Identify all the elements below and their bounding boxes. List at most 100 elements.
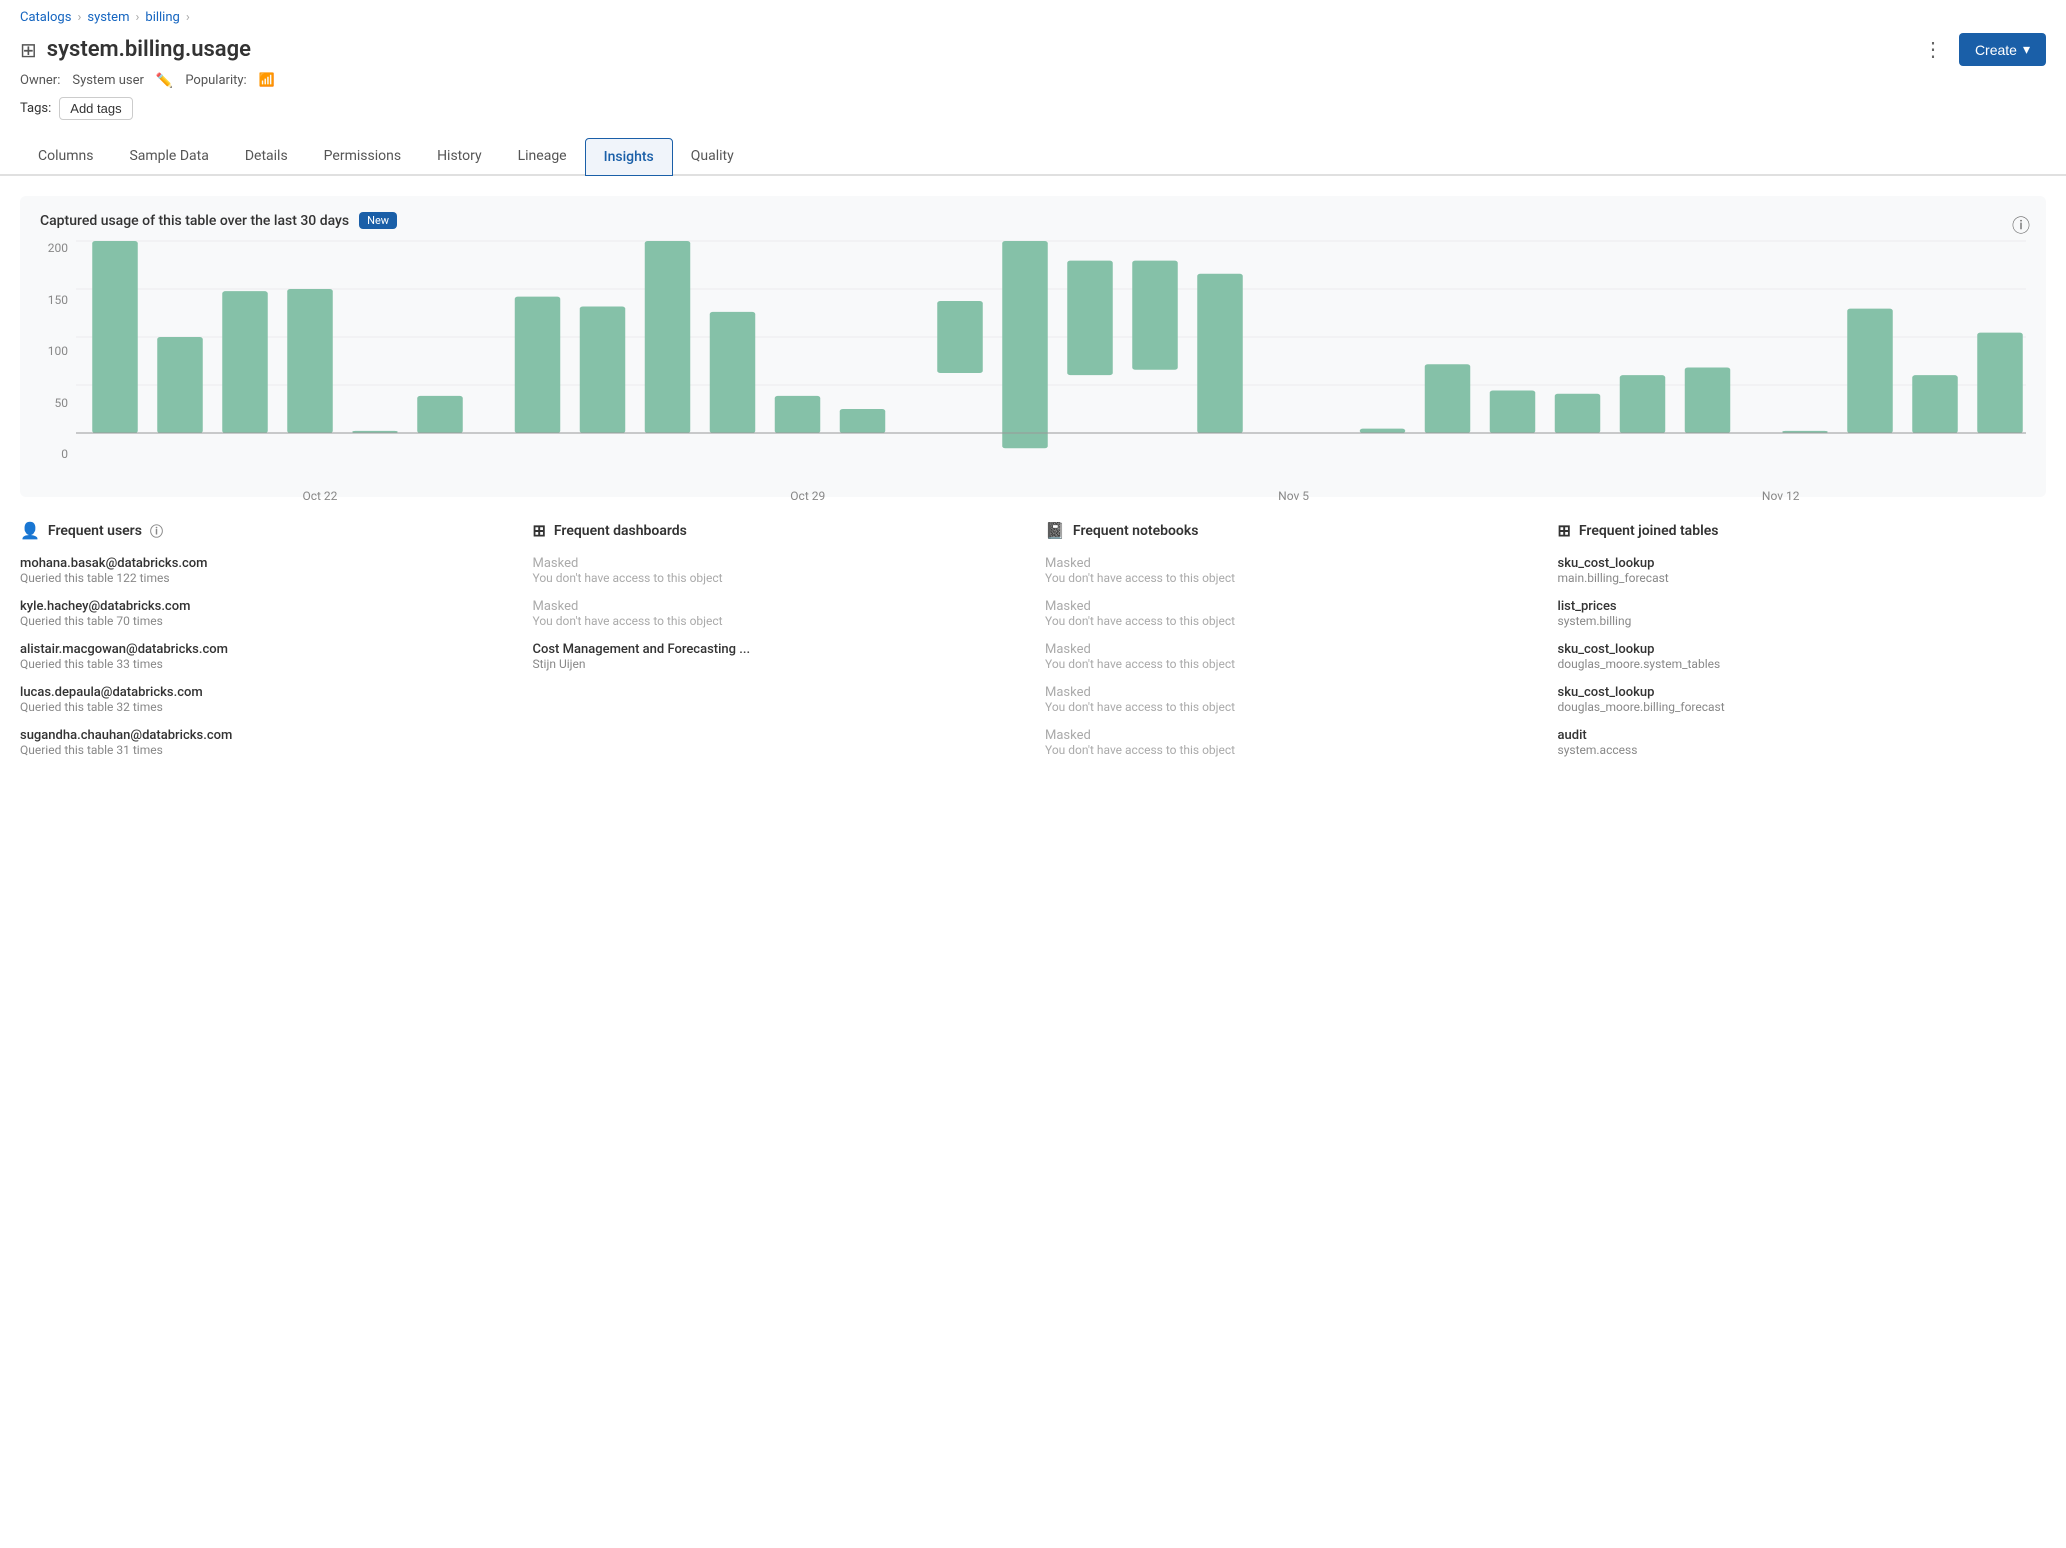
joined-table-item-5: audit system.access [1558, 728, 2047, 757]
user-sub-2: Queried this table 70 times [20, 614, 509, 628]
user-sub-5: Queried this table 31 times [20, 743, 509, 757]
joined-tables-icon: ⊞ [1558, 521, 1571, 540]
popularity-label: Popularity: [185, 73, 246, 88]
user-sub-1: Queried this table 122 times [20, 571, 509, 585]
frequent-users-title: Frequent users [48, 523, 142, 539]
dashboard-item-1: Masked You don't have access to this obj… [533, 556, 1022, 585]
dashboard-item-2: Masked You don't have access to this obj… [533, 599, 1022, 628]
user-sub-4: Queried this table 32 times [20, 700, 509, 714]
breadcrumb-sep-2: › [135, 10, 139, 25]
more-options-button[interactable]: ⋮ [1915, 33, 1951, 66]
frequent-notebooks-section: 📓 Frequent notebooks Masked You don't ha… [1045, 521, 1534, 771]
chart-info-icon[interactable]: ⓘ [2012, 212, 2030, 238]
dashboard-no-access-2: You don't have access to this object [533, 614, 1022, 628]
notebook-item-5: Masked You don't have access to this obj… [1045, 728, 1534, 757]
user-item-2: kyle.hachey@databricks.com Queried this … [20, 599, 509, 628]
table-icon: ⊞ [20, 38, 37, 62]
notebook-masked-1: Masked [1045, 556, 1534, 571]
tab-permissions[interactable]: Permissions [306, 138, 419, 176]
user-item-1: mohana.basak@databricks.com Queried this… [20, 556, 509, 585]
user-name-4: lucas.depaula@databricks.com [20, 685, 509, 700]
page-title: system.billing.usage [47, 37, 251, 62]
joined-table-name-3[interactable]: sku_cost_lookup [1558, 642, 2047, 657]
chart-title: Captured usage of this table over the la… [40, 213, 349, 229]
tab-insights[interactable]: Insights [585, 138, 673, 176]
notebook-item-4: Masked You don't have access to this obj… [1045, 685, 1534, 714]
frequent-notebooks-title: Frequent notebooks [1073, 523, 1199, 539]
tags-label: Tags: [20, 101, 51, 116]
notebook-masked-5: Masked [1045, 728, 1534, 743]
create-button[interactable]: Create ▾ [1959, 33, 2046, 66]
joined-table-sub-1: main.billing_forecast [1558, 571, 2047, 585]
notebook-item-3: Masked You don't have access to this obj… [1045, 642, 1534, 671]
x-label-oct29: Oct 29 [790, 489, 825, 503]
tab-details[interactable]: Details [227, 138, 306, 176]
dashboard-item-3: Cost Management and Forecasting ... Stij… [533, 642, 1022, 671]
user-sub-3: Queried this table 33 times [20, 657, 509, 671]
add-tags-button[interactable]: Add tags [59, 97, 132, 120]
notebook-no-access-3: You don't have access to this object [1045, 657, 1534, 671]
create-chevron-icon: ▾ [2023, 41, 2030, 58]
tab-lineage[interactable]: Lineage [500, 138, 585, 176]
bar-chart [76, 241, 2026, 481]
frequent-joined-tables-title: Frequent joined tables [1579, 523, 1719, 539]
popularity-icon: 📶 [259, 73, 275, 88]
joined-table-sub-4: douglas_moore.billing_forecast [1558, 700, 2047, 714]
x-label-nov5: Nov 5 [1278, 489, 1309, 503]
joined-table-name-5[interactable]: audit [1558, 728, 2047, 743]
joined-table-name-1[interactable]: sku_cost_lookup [1558, 556, 2047, 571]
dashboards-icon: ⊞ [533, 521, 546, 540]
joined-table-name-2[interactable]: list_prices [1558, 599, 2047, 614]
joined-table-item-3: sku_cost_lookup douglas_moore.system_tab… [1558, 642, 2047, 671]
joined-table-item-1: sku_cost_lookup main.billing_forecast [1558, 556, 2047, 585]
joined-table-name-4[interactable]: sku_cost_lookup [1558, 685, 2047, 700]
breadcrumb-sep-3: › [186, 10, 190, 25]
users-icon: 👤 [20, 521, 40, 540]
joined-table-sub-5: system.access [1558, 743, 2047, 757]
user-name-2: kyle.hachey@databricks.com [20, 599, 509, 614]
user-item-4: lucas.depaula@databricks.com Queried thi… [20, 685, 509, 714]
breadcrumb-billing[interactable]: billing [145, 10, 179, 25]
tab-history[interactable]: History [419, 138, 500, 176]
user-item-5: sugandha.chauhan@databricks.com Queried … [20, 728, 509, 757]
users-info-icon[interactable]: ⓘ [150, 521, 163, 540]
notebooks-icon: 📓 [1045, 521, 1065, 540]
notebook-masked-4: Masked [1045, 685, 1534, 700]
frequent-users-section: 👤 Frequent users ⓘ mohana.basak@databric… [20, 521, 509, 771]
joined-table-sub-3: douglas_moore.system_tables [1558, 657, 2047, 671]
chart-section: Captured usage of this table over the la… [20, 196, 2046, 497]
edit-owner-icon[interactable]: ✏️ [156, 72, 173, 89]
tab-columns[interactable]: Columns [20, 138, 111, 176]
notebook-no-access-1: You don't have access to this object [1045, 571, 1534, 585]
breadcrumb-system[interactable]: system [87, 10, 129, 25]
x-label-oct22: Oct 22 [302, 489, 337, 503]
frequent-dashboards-title: Frequent dashboards [554, 523, 687, 539]
joined-table-item-2: list_prices system.billing [1558, 599, 2047, 628]
notebook-no-access-2: You don't have access to this object [1045, 614, 1534, 628]
notebook-no-access-5: You don't have access to this object [1045, 743, 1534, 757]
notebook-item-2: Masked You don't have access to this obj… [1045, 599, 1534, 628]
frequent-dashboards-section: ⊞ Frequent dashboards Masked You don't h… [533, 521, 1022, 771]
notebook-item-1: Masked You don't have access to this obj… [1045, 556, 1534, 585]
dashboard-name-3[interactable]: Cost Management and Forecasting ... [533, 642, 1022, 657]
joined-table-sub-2: system.billing [1558, 614, 2047, 628]
tab-sample-data[interactable]: Sample Data [111, 138, 226, 176]
dashboard-masked-2: Masked [533, 599, 1022, 614]
joined-table-item-4: sku_cost_lookup douglas_moore.billing_fo… [1558, 685, 2047, 714]
user-name-3: alistair.macgowan@databricks.com [20, 642, 509, 657]
breadcrumb-catalogs[interactable]: Catalogs [20, 10, 71, 25]
owner-value: System user [72, 73, 144, 88]
owner-label: Owner: [20, 73, 60, 88]
user-name-1: mohana.basak@databricks.com [20, 556, 509, 571]
x-label-nov12: Nov 12 [1762, 489, 1800, 503]
tab-quality[interactable]: Quality [673, 138, 752, 176]
user-name-5: sugandha.chauhan@databricks.com [20, 728, 509, 743]
notebook-masked-2: Masked [1045, 599, 1534, 614]
y-axis-labels: 200 150 100 50 0 [40, 241, 76, 481]
notebook-masked-3: Masked [1045, 642, 1534, 657]
new-badge: New [359, 212, 397, 229]
frequent-joined-tables-section: ⊞ Frequent joined tables sku_cost_lookup… [1558, 521, 2047, 771]
dashboard-masked-1: Masked [533, 556, 1022, 571]
user-item-3: alistair.macgowan@databricks.com Queried… [20, 642, 509, 671]
dashboard-sub-3: Stijn Uijen [533, 657, 1022, 671]
